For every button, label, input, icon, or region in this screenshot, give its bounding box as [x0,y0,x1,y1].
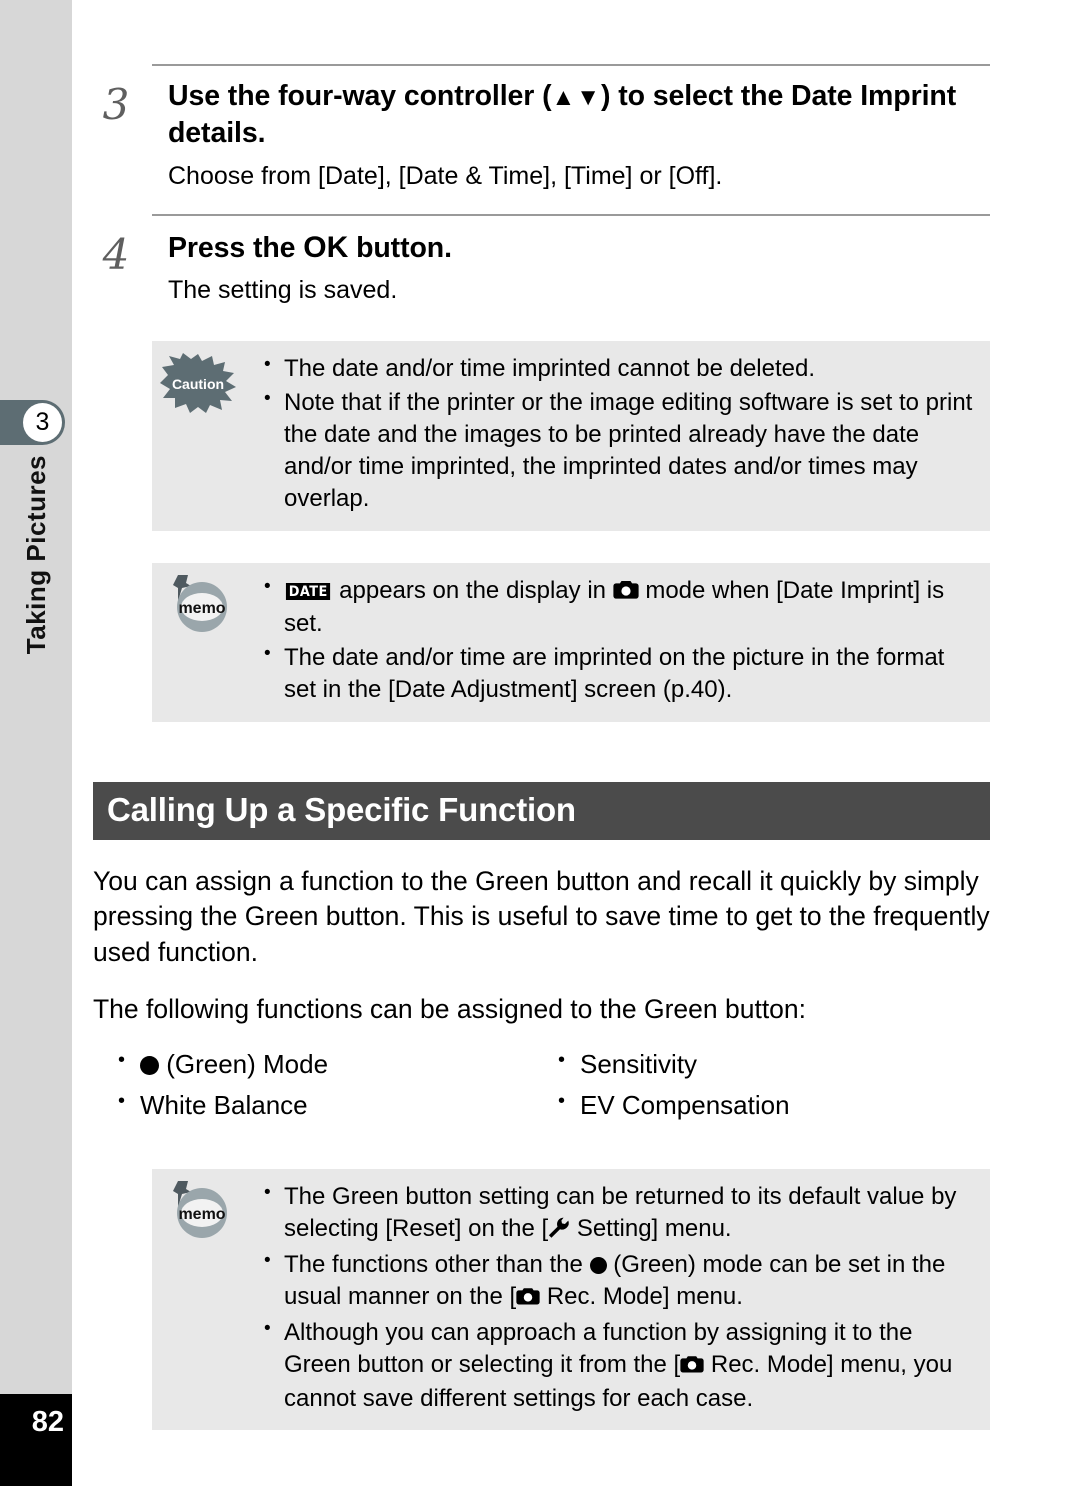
memo-top-list: DATE appears on the display in mode when… [260,574,974,707]
section-paragraph-2: The following functions can be assigned … [93,993,807,1024]
memo-item-part1: The functions other than the [284,1250,590,1278]
chapter-tab: 3 [0,400,65,445]
memo-icon: memo [164,571,236,637]
memo-item: The date and/or time are imprinted on th… [260,641,974,706]
feature-item-white-balance: White Balance [112,1086,552,1125]
step-4-body: The setting is saved. [168,276,398,305]
memo-bottom-list: The Green button setting can be returned… [260,1180,974,1415]
feature-label: Sensitivity [580,1049,698,1080]
svg-text:Caution: Caution [172,376,224,392]
caution-box: Caution The date and/or time imprinted c… [152,340,990,531]
feature-item-sensitivity: Sensitivity [552,1045,992,1084]
ok-button-icon: OK [303,231,349,265]
svg-text:memo: memo [178,1206,225,1223]
chapter-title: Taking Pictures [0,455,72,875]
memo-item-part3: Rec. Mode] menu. [540,1282,743,1310]
memo-item-part1: appears on the display in [332,576,613,604]
step-4-title-part2: button. [348,232,452,265]
feature-item-green-mode: (Green) Mode [112,1045,552,1084]
feature-label: EV Compensation [580,1090,790,1121]
green-button-icon [140,1056,159,1076]
memo-item-part2: Setting] menu. [570,1214,732,1242]
section-paragraph-1: You can assign a function to the Green b… [93,866,990,967]
date-imprint-icon: DATE [285,582,331,600]
divider-above-step-3 [152,64,990,66]
step-3-body: Choose from [Date], [Date & Time], [Time… [168,161,723,190]
caution-item: The date and/or time imprinted cannot be… [260,352,974,385]
memo-box-bottom: memo The Green button setting can be ret… [152,1169,990,1431]
step-3-number: 3 [102,80,130,129]
chapter-title-text: Taking Pictures [20,455,51,655]
caution-item: Note that if the printer or the image ed… [260,386,974,515]
step-4-title: Press the OK button. [168,228,990,267]
step-3-title-part1: Use the four-way controller ( [168,80,552,112]
camera-rec-mode-icon [516,1283,540,1315]
feature-label: White Balance [140,1090,308,1121]
four-way-arrows-icon: ▲▼ [551,84,602,111]
page-number: 82 [31,1406,64,1438]
svg-text:memo: memo [178,600,225,617]
memo-box-top: memo DATE appears on the display in mode… [152,562,990,723]
wrench-setting-icon [548,1215,570,1247]
green-button-icon [589,1256,607,1274]
assignable-function-list: (Green) Mode Sensitivity White Balance E… [112,1045,992,1125]
step-4-title-part1: Press the [168,232,304,265]
camera-mode-icon [613,577,639,609]
caution-icon: Caution [160,352,238,415]
memo-icon: memo [164,1177,236,1243]
step-3-title: Use the four-way controller (▲▼) to sele… [168,78,990,153]
section-heading: Calling Up a Specific Function [93,782,990,841]
chapter-sidebar: 3 Taking Pictures 82 [0,0,72,1486]
feature-label: (Green) Mode [159,1049,329,1080]
camera-rec-mode-icon [680,1351,704,1383]
memo-item: The functions other than the (Green) mod… [260,1248,974,1315]
page-number-block: 82 [0,1394,72,1486]
step-3: 3 Use the four-way controller (▲▼) to se… [90,78,990,192]
chapter-number-badge: 3 [23,403,62,442]
feature-item-ev-compensation: EV Compensation [552,1086,992,1125]
step-4-number: 4 [102,230,130,280]
memo-item: The Green button setting can be returned… [260,1180,974,1247]
divider-above-step-4 [152,214,990,217]
step-4: 4 Press the OK button. The setting is sa… [90,228,990,307]
caution-list: The date and/or time imprinted cannot be… [260,352,974,515]
page-content: 3 Use the four-way controller (▲▼) to se… [90,0,992,1431]
memo-item: DATE appears on the display in mode when… [260,574,974,641]
memo-item: Although you can approach a function by … [260,1316,974,1415]
